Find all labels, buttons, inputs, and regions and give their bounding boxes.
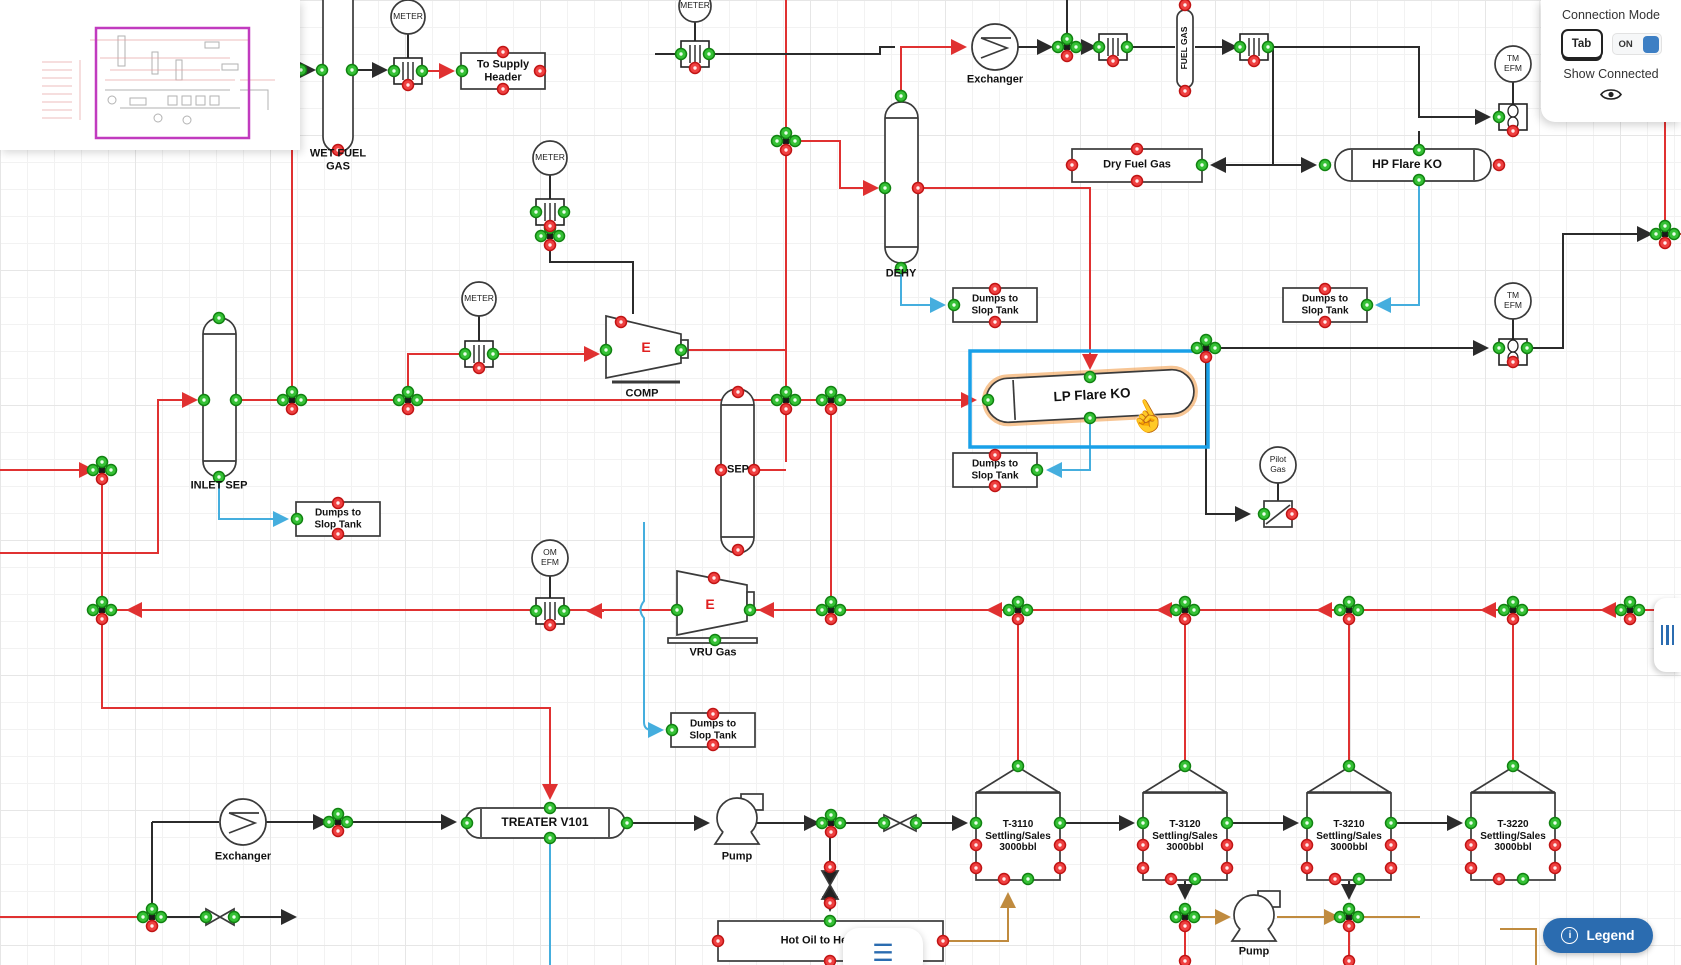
menu-button[interactable]: ☰	[843, 928, 923, 965]
sep-label: SEP	[727, 464, 749, 477]
diagram-canvas[interactable]: METER METER METER METER TMEFM TMEFM OMEF…	[0, 0, 1681, 965]
tm-efm-label-2: TMEFM	[1504, 291, 1522, 311]
connection-mode-panel: Connection Mode Tab ON Show Connected	[1541, 0, 1681, 122]
fuel-gas-vessel-label: FUEL GAS	[1180, 27, 1190, 70]
minimap[interactable]	[0, 0, 300, 150]
exchanger-bottom-label: Exchanger	[215, 851, 271, 864]
comp-label: COMP	[626, 388, 659, 401]
meter-label-3: METER	[464, 294, 494, 304]
tm-efm-label-1: TMEFM	[1504, 54, 1522, 74]
tab-key-button[interactable]: Tab	[1561, 29, 1603, 59]
connection-mode-title: Connection Mode	[1562, 8, 1660, 22]
meter-label-1: METER	[393, 12, 423, 22]
connection-mode-toggle[interactable]: ON	[1612, 33, 1662, 55]
to-supply-header-label: To SupplyHeader	[477, 58, 529, 83]
exchanger-top-label: Exchanger	[967, 74, 1023, 87]
dumps-label-5: Dumps toSlop Tank	[689, 719, 736, 742]
info-icon: i	[1561, 927, 1578, 944]
treater-label: TREATER V101	[501, 816, 588, 830]
dumps-label-2: Dumps toSlop Tank	[1301, 294, 1348, 317]
equipment-shapes[interactable]	[203, 0, 1555, 961]
pilot-gas-label: PilotGas	[1270, 455, 1287, 475]
comp-e-symbol: E	[641, 339, 650, 355]
hp-flare-ko-label: HP Flare KO	[1372, 158, 1442, 172]
tank-label-1: T-3110Settling/Sales3000bbl	[985, 819, 1051, 854]
show-connected-label: Show Connected	[1563, 67, 1658, 81]
dehy-vessel	[885, 102, 918, 263]
side-panel-handle[interactable]	[1654, 598, 1681, 672]
dumps-label-4: Dumps toSlop Tank	[314, 508, 361, 531]
exchanger-top	[972, 24, 1018, 70]
pipes-blue	[219, 186, 1419, 965]
tank-label-3: T-3210Settling/Sales3000bbl	[1316, 819, 1382, 854]
inlet-sep-label: INLET SEP	[191, 480, 248, 493]
menu-icon: ☰	[872, 939, 894, 965]
pump-label-1: Pump	[722, 851, 753, 864]
toggle-on-label: ON	[1619, 39, 1633, 50]
valve-2	[822, 871, 838, 899]
tank-label-4: T-3220Settling/Sales3000bbl	[1480, 819, 1546, 854]
vru-gas-label: VRU Gas	[689, 647, 736, 660]
pump-label-2: Pump	[1239, 946, 1270, 959]
om-efm-label: OMEFM	[541, 548, 559, 568]
meter-label-4: METER	[680, 1, 710, 11]
dumps-label-1: Dumps toSlop Tank	[971, 294, 1018, 317]
meter-label-2: METER	[535, 153, 565, 163]
minimap-viewport	[96, 28, 249, 138]
pump-1	[715, 794, 763, 844]
legend-button-label: Legend	[1586, 928, 1634, 943]
pump-2	[1232, 891, 1280, 941]
legend-button[interactable]: i Legend	[1543, 918, 1653, 953]
toggle-knob[interactable]	[1643, 36, 1659, 53]
tank-label-2: T-3120Settling/Sales3000bbl	[1152, 819, 1218, 854]
vru-e-symbol: E	[705, 596, 714, 612]
eye-icon[interactable]	[1599, 87, 1623, 107]
minimap-content	[0, 0, 300, 150]
drag-bars-icon	[1661, 625, 1664, 645]
dry-fuel-gas-label: Dry Fuel Gas	[1103, 159, 1171, 172]
wet-fuel-gas-vessel	[323, 0, 353, 152]
wet-fuel-gas-label: WET FUELGAS	[310, 147, 366, 172]
dumps-label-3: Dumps toSlop Tank	[971, 459, 1018, 482]
exchanger-bottom	[220, 799, 266, 845]
dehy-label: DEHY	[886, 268, 917, 281]
